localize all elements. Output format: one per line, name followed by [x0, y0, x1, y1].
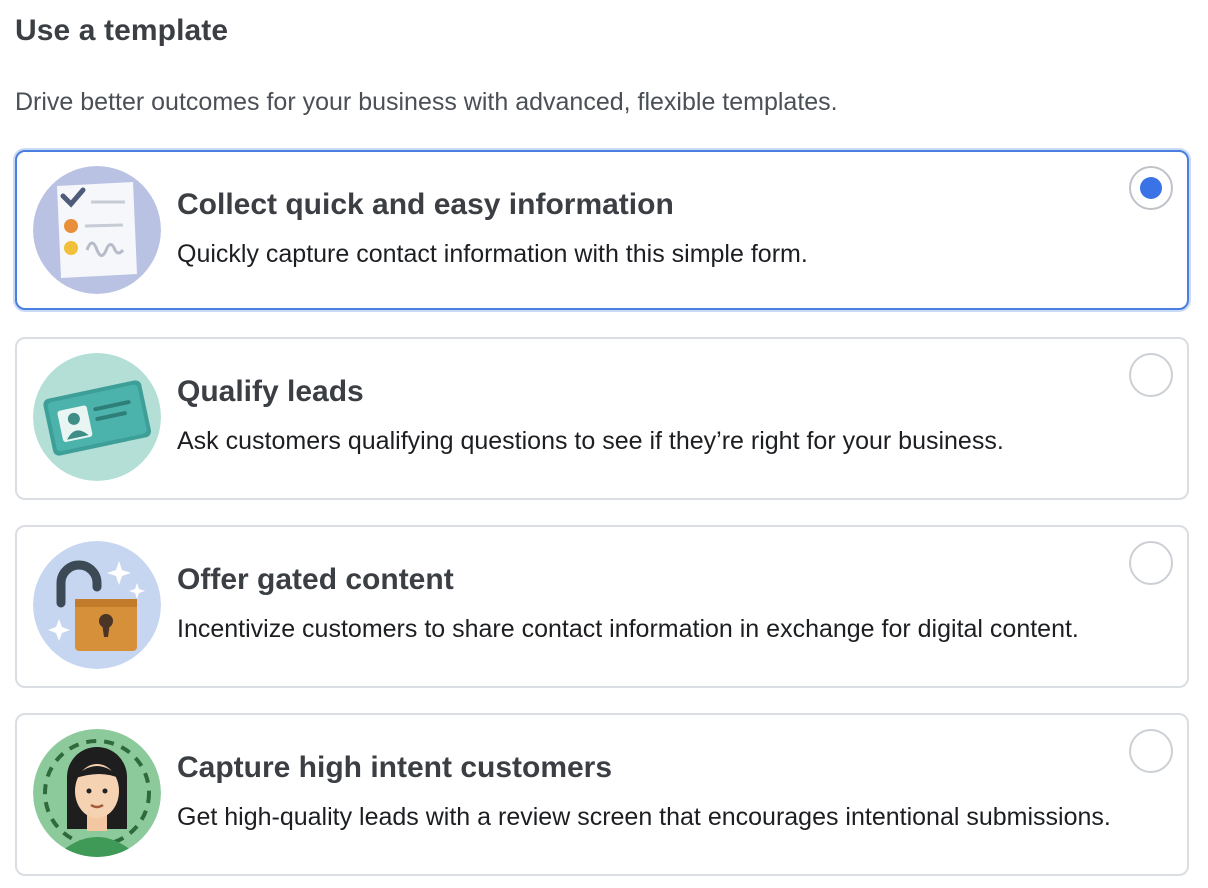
form-checklist-icon: [33, 166, 161, 294]
option-description: Incentivize customers to share contact i…: [177, 615, 1079, 643]
option-title: Offer gated content: [177, 563, 454, 596]
id-card-icon: [33, 353, 161, 481]
person-avatar-icon: [33, 729, 161, 857]
option-description: Ask customers qualifying questions to se…: [177, 427, 1004, 455]
radio-button-selected[interactable]: [1129, 166, 1173, 210]
template-option-gated-content[interactable]: Offer gated content Incentivize customer…: [15, 525, 1189, 688]
template-option-qualify-leads[interactable]: Qualify leads Ask customers qualifying q…: [15, 337, 1189, 500]
page-subtitle: Drive better outcomes for your business …: [15, 88, 838, 116]
page-title: Use a template: [15, 14, 229, 47]
option-description: Quickly capture contact information with…: [177, 240, 808, 268]
radio-button[interactable]: [1129, 541, 1173, 585]
option-description: Get high-quality leads with a review scr…: [177, 803, 1111, 831]
radio-button[interactable]: [1129, 353, 1173, 397]
option-title: Collect quick and easy information: [177, 188, 674, 221]
unlocked-padlock-icon: [33, 541, 161, 669]
option-title: Capture high intent customers: [177, 751, 613, 784]
template-option-collect-info[interactable]: Collect quick and easy information Quick…: [15, 150, 1189, 310]
option-title: Qualify leads: [177, 375, 364, 408]
radio-dot-icon: [1140, 177, 1162, 199]
template-picker: Use a template Drive better outcomes for…: [0, 0, 1208, 888]
template-option-high-intent[interactable]: Capture high intent customers Get high-q…: [15, 713, 1189, 876]
radio-button[interactable]: [1129, 729, 1173, 773]
